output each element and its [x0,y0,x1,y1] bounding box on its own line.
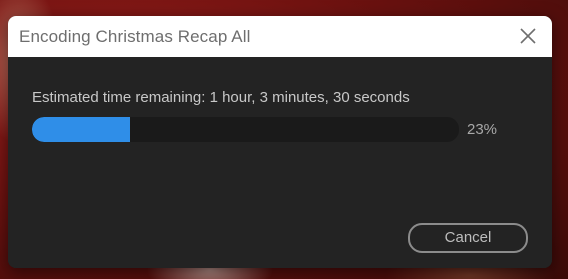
encoding-dialog: Encoding Christmas Recap All Estimated t… [8,16,552,268]
progress-bar-fill [32,117,131,142]
estimated-time-remaining: Estimated time remaining: 1 hour, 3 minu… [32,89,410,106]
dialog-titlebar: Encoding Christmas Recap All [8,16,552,57]
progress-percent: 23% [467,121,498,138]
dialog-content: Estimated time remaining: 1 hour, 3 minu… [8,57,552,268]
close-icon[interactable] [518,26,538,46]
cancel-button[interactable]: Cancel [408,223,528,253]
progress-bar [32,117,459,142]
dialog-title: Encoding Christmas Recap All [19,27,251,46]
